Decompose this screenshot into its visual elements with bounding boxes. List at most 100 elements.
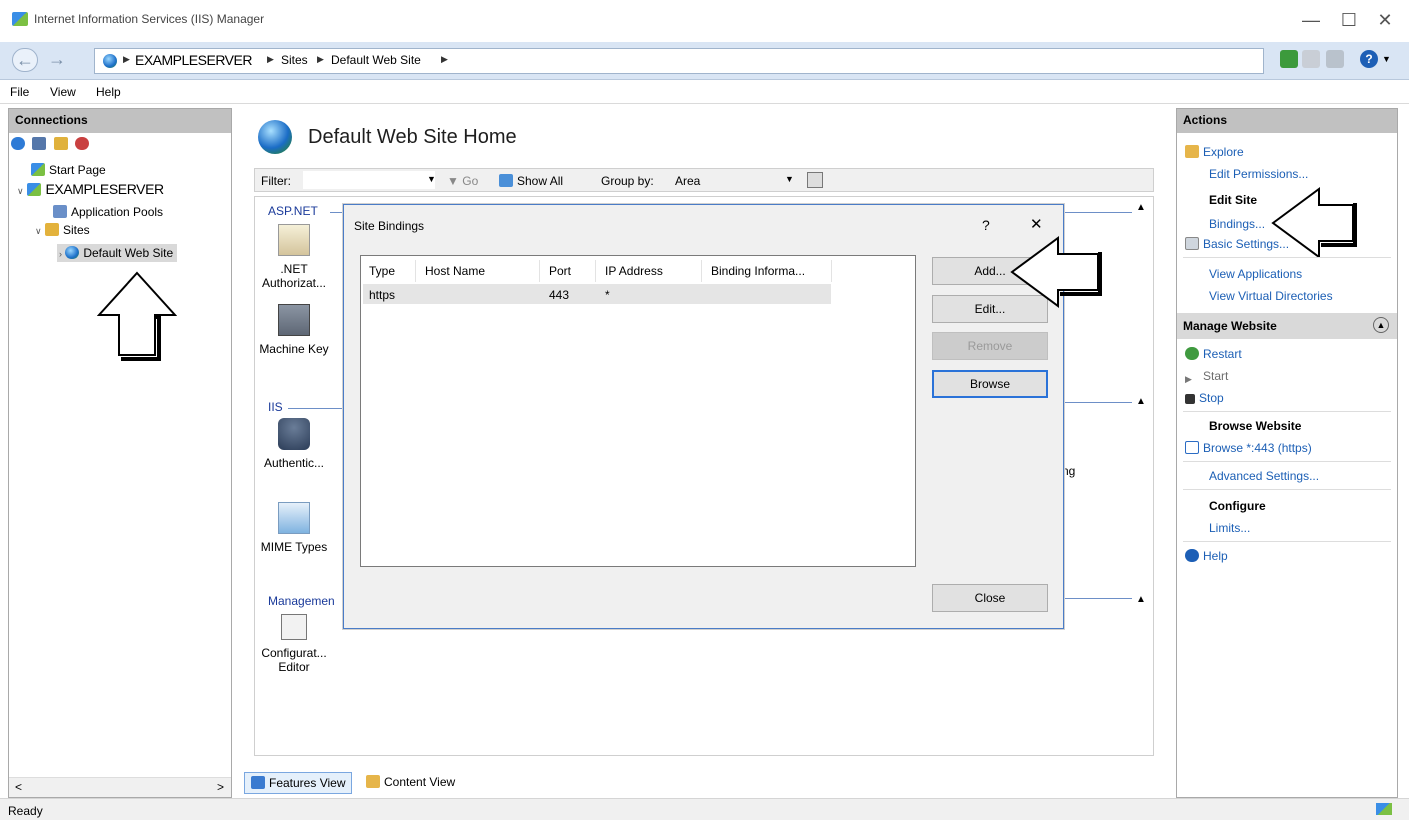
table-row[interactable]: https 443 * <box>363 284 831 304</box>
help-dropdown-icon[interactable]: ▼ <box>1382 54 1391 64</box>
action-limits[interactable]: Limits... <box>1209 521 1250 535</box>
column-type[interactable]: Type <box>369 264 395 278</box>
column-separator[interactable] <box>539 260 540 282</box>
minimize-button[interactable]: — <box>1296 8 1326 32</box>
action-explore[interactable]: Explore <box>1185 145 1244 159</box>
menu-view[interactable]: View <box>50 85 76 99</box>
breadcrumb[interactable]: ▶ EXAMPLESERVER ▶ Sites ▶ Default Web Si… <box>94 48 1264 74</box>
tree-sites[interactable]: ∨ Sites <box>35 223 90 237</box>
manage-website-label: Manage Website <box>1183 319 1277 333</box>
section-management: Managemen <box>268 594 335 608</box>
features-view-icon <box>251 776 265 789</box>
manage-website-header[interactable]: Manage Website ▲ <box>1177 313 1397 339</box>
explore-folder-icon <box>1185 145 1199 158</box>
page-title: Default Web Site Home <box>308 126 517 148</box>
feature-net-authorization[interactable]: .NET Authorizat... <box>254 224 334 290</box>
section-iis: IIS <box>268 400 283 414</box>
group-by-select[interactable]: Area ▼ <box>673 172 794 190</box>
action-view-virtual-directories[interactable]: View Virtual Directories <box>1209 289 1333 303</box>
forward-button[interactable]: → <box>44 48 70 72</box>
tab-features-view[interactable]: Features View <box>244 772 353 794</box>
configuration-editor-icon <box>281 614 307 640</box>
collapse-section-icon[interactable]: ▲ <box>1136 594 1146 605</box>
column-ip-address[interactable]: IP Address <box>605 264 663 278</box>
column-separator[interactable] <box>415 260 416 282</box>
collapse-section-icon[interactable]: ▲ <box>1136 202 1146 213</box>
dialog-close-button[interactable]: ✕ <box>1030 215 1043 233</box>
feature-configuration-editor[interactable]: Configurat... Editor <box>254 614 334 674</box>
disconnect-icon[interactable] <box>75 137 90 150</box>
section-divider <box>1064 402 1132 403</box>
breadcrumb-separator-icon: ▶ <box>267 54 274 64</box>
back-button[interactable]: ← <box>12 48 38 72</box>
up-folder-icon[interactable] <box>53 137 68 150</box>
action-advanced-settings[interactable]: Advanced Settings... <box>1209 469 1319 483</box>
action-help[interactable]: Help <box>1185 549 1228 563</box>
breadcrumb-server[interactable]: EXAMPLESERVER <box>135 52 252 68</box>
breadcrumb-separator-icon: ▶ <box>317 54 324 64</box>
connect-icon[interactable] <box>1280 50 1298 68</box>
column-host-name[interactable]: Host Name <box>425 264 485 278</box>
start-page-icon <box>31 163 45 176</box>
go-button[interactable]: ▼ Go <box>447 174 478 188</box>
divider <box>1183 489 1391 490</box>
action-bindings[interactable]: Bindings... <box>1209 217 1265 231</box>
column-separator[interactable] <box>831 260 832 282</box>
connections-scrollbar[interactable]: < > <box>9 777 231 797</box>
breadcrumb-default-web-site[interactable]: Default Web Site <box>331 53 421 67</box>
breadcrumb-sites[interactable]: Sites <box>281 53 308 67</box>
help-icon <box>1185 549 1199 562</box>
tree-default-web-site[interactable]: › Default Web Site <box>57 244 178 262</box>
help-icon[interactable]: ? <box>1360 50 1378 68</box>
action-edit-permissions[interactable]: Edit Permissions... <box>1209 167 1308 181</box>
action-restart[interactable]: Restart <box>1185 347 1242 361</box>
status-server-icon <box>1376 803 1392 815</box>
application-pools-icon <box>53 205 67 218</box>
menu-file[interactable]: File <box>10 85 29 99</box>
collapse-chevron-icon[interactable]: ∨ <box>35 226 42 236</box>
tab-content-view[interactable]: Content View <box>360 772 461 794</box>
tree-start-page[interactable]: Start Page <box>31 163 106 177</box>
stop-icon[interactable] <box>1302 50 1320 68</box>
close-window-button[interactable]: ✕ <box>1370 8 1400 32</box>
scroll-right-arrow[interactable]: > <box>217 780 224 794</box>
dialog-help-button[interactable]: ? <box>982 217 990 233</box>
status-bar: Ready <box>0 798 1409 820</box>
collapse-section-icon[interactable]: ▲ <box>1136 396 1146 407</box>
action-browse-443[interactable]: Browse *:443 (https) <box>1185 441 1312 455</box>
connections-pane: Connections Start Page ∨ EXAMPLESERVER A… <box>8 108 232 798</box>
net-authorization-icon <box>278 224 310 256</box>
column-port[interactable]: Port <box>549 264 571 278</box>
remove-binding-button[interactable]: Remove <box>932 332 1048 360</box>
collapse-chevron-icon[interactable]: ∨ <box>17 186 24 196</box>
show-all-button[interactable]: Show All <box>499 174 563 188</box>
tree-application-pools[interactable]: Application Pools <box>53 205 163 219</box>
expand-chevron-icon[interactable]: › <box>59 249 62 259</box>
action-stop[interactable]: Stop <box>1185 391 1224 405</box>
menu-help[interactable]: Help <box>96 85 121 99</box>
collapse-up-icon[interactable]: ▲ <box>1373 317 1389 333</box>
action-start[interactable]: ▶ Start <box>1185 369 1228 387</box>
scroll-left-arrow[interactable]: < <box>15 780 22 794</box>
view-toggle-icon[interactable] <box>807 172 823 188</box>
maximize-button[interactable]: ☐ <box>1334 8 1364 32</box>
content-view-icon <box>366 775 380 788</box>
save-icon[interactable] <box>32 137 47 150</box>
address-bar: ← → ▶ EXAMPLESERVER ▶ Sites ▶ Default We… <box>0 42 1409 80</box>
feature-authentication[interactable]: Authentic... <box>254 418 334 470</box>
home-icon[interactable] <box>1326 50 1344 68</box>
bindings-list[interactable]: Type Host Name Port IP Address Binding I… <box>360 255 916 567</box>
filter-dropdown-icon[interactable]: ▼ <box>427 174 436 184</box>
filter-input[interactable] <box>303 171 435 189</box>
feature-mime-types[interactable]: MIME Types <box>254 502 334 554</box>
browse-binding-button[interactable]: Browse <box>932 370 1048 398</box>
filter-bar: Filter: ▼ ▼ Go Show All Group by: Area ▼ <box>254 168 1154 192</box>
feature-machine-key[interactable]: Machine Key <box>254 304 334 356</box>
tree-server[interactable]: ∨ EXAMPLESERVER <box>17 181 164 197</box>
connect-globe-icon[interactable] <box>11 137 25 150</box>
column-binding-information[interactable]: Binding Informa... <box>711 264 805 278</box>
dialog-close-action-button[interactable]: Close <box>932 584 1048 612</box>
column-separator[interactable] <box>595 260 596 282</box>
column-separator[interactable] <box>701 260 702 282</box>
action-view-applications[interactable]: View Applications <box>1209 267 1302 281</box>
